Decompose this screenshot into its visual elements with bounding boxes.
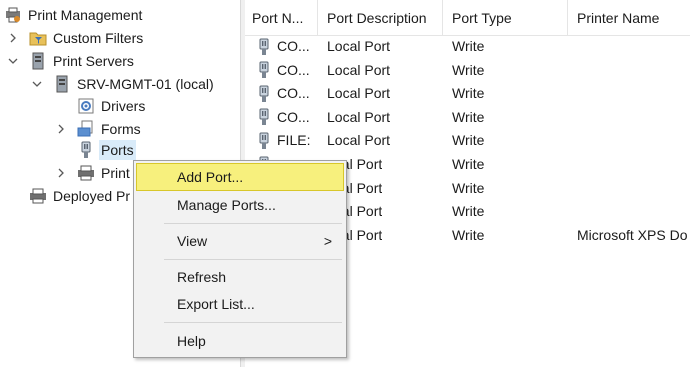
cell-port-type: Write bbox=[452, 61, 485, 78]
table-row[interactable]: CO... Local Port Write bbox=[245, 106, 690, 129]
filter-folder-icon bbox=[29, 32, 47, 46]
table-row[interactable]: CO... Local Port Write bbox=[245, 59, 690, 82]
tree-item-deployed-printers[interactable]: Deployed Pr bbox=[29, 185, 132, 207]
port-name-text: CO... bbox=[277, 85, 310, 102]
port-icon bbox=[259, 108, 269, 126]
context-menu: Add Port... Manage Ports... View > Refre… bbox=[133, 160, 347, 358]
table-row[interactable]: FILE: Local Port Write bbox=[245, 129, 690, 152]
tree-label-server: SRV-MGMT-01 (local) bbox=[77, 76, 214, 92]
tree-item-ports[interactable]: Ports bbox=[77, 139, 136, 161]
tree-label-drivers: Drivers bbox=[101, 98, 146, 114]
port-name-text: CO... bbox=[277, 38, 310, 54]
port-name-text: CO... bbox=[277, 61, 310, 78]
server-icon bbox=[32, 52, 44, 70]
port-icon bbox=[259, 85, 269, 102]
cell-printer-name: Microsoft XPS Do bbox=[577, 226, 688, 243]
cell-port-type: Write bbox=[452, 85, 485, 102]
collapse-print-servers-chevron-icon[interactable] bbox=[7, 55, 19, 67]
deployed-printer-icon bbox=[30, 188, 46, 204]
menu-item-manage-ports[interactable]: Manage Ports... bbox=[136, 191, 344, 219]
cell-port-description: Local Port bbox=[327, 108, 391, 125]
submenu-arrow-icon: > bbox=[323, 233, 332, 249]
cell-port-description: Local Port bbox=[327, 38, 391, 54]
cell-port-type: Write bbox=[452, 38, 485, 54]
cell-port-type: Write bbox=[452, 203, 485, 220]
menu-item-view[interactable]: View > bbox=[136, 227, 344, 255]
tree-label-forms: Forms bbox=[101, 121, 141, 137]
menu-separator bbox=[164, 259, 342, 260]
print-management-icon bbox=[6, 7, 20, 23]
cell-port-description: Local Port bbox=[327, 132, 391, 149]
tree-item-print-servers[interactable]: Print Servers bbox=[29, 50, 136, 72]
menu-separator bbox=[164, 223, 342, 224]
tree-label-ports: Ports bbox=[99, 140, 136, 160]
column-header-port-description[interactable]: Port Description bbox=[320, 0, 443, 36]
cell-port-name: CO... bbox=[257, 59, 310, 82]
column-header-port-type[interactable]: Port Type bbox=[445, 0, 568, 36]
expand-custom-filters-chevron-icon[interactable] bbox=[7, 32, 19, 44]
cell-port-name: CO... bbox=[257, 106, 310, 129]
table-row[interactable]: CO... Local Port Write bbox=[245, 35, 690, 58]
cell-port-name: CO... bbox=[257, 35, 310, 58]
cell-port-type: Write bbox=[452, 108, 485, 125]
expand-forms-chevron-icon[interactable] bbox=[55, 123, 67, 135]
port-icon bbox=[259, 132, 269, 149]
tree-item-server[interactable]: SRV-MGMT-01 (local) bbox=[53, 73, 216, 95]
list-header: Port N... Port Description Port Type Pri… bbox=[245, 0, 690, 36]
tree-item-custom-filters[interactable]: Custom Filters bbox=[29, 27, 145, 49]
tree-label-printers: Print bbox=[101, 165, 130, 181]
port-icon bbox=[259, 38, 269, 55]
column-header-printer-name[interactable]: Printer Name bbox=[570, 0, 690, 36]
server-icon bbox=[56, 75, 68, 93]
drivers-icon bbox=[78, 98, 94, 114]
cell-port-description: Local Port bbox=[327, 61, 391, 78]
column-header-port-name[interactable]: Port N... bbox=[245, 0, 318, 36]
tree-item-forms[interactable]: Forms bbox=[77, 118, 143, 140]
tree-label-deployed-printers: Deployed Pr bbox=[53, 188, 131, 204]
port-icon bbox=[259, 61, 269, 79]
cell-port-type: Write bbox=[452, 132, 485, 149]
expand-printers-chevron-icon[interactable] bbox=[55, 167, 67, 179]
cell-port-name: FILE: bbox=[257, 129, 310, 152]
menu-item-view-label: View bbox=[177, 233, 208, 249]
collapse-server-chevron-icon[interactable] bbox=[31, 78, 43, 90]
cell-port-type: Write bbox=[452, 156, 485, 172]
cell-port-description: Local Port bbox=[327, 85, 391, 102]
port-icon bbox=[81, 141, 91, 158]
tree-label-custom-filters: Custom Filters bbox=[53, 30, 144, 46]
menu-item-add-port[interactable]: Add Port... bbox=[136, 163, 344, 191]
forms-icon bbox=[77, 120, 93, 137]
menu-item-refresh[interactable]: Refresh bbox=[136, 263, 344, 291]
port-name-text: CO... bbox=[277, 108, 310, 125]
menu-item-help[interactable]: Help bbox=[136, 327, 344, 355]
tree-label-print-servers: Print Servers bbox=[53, 53, 134, 69]
menu-separator bbox=[164, 322, 342, 323]
tree-item-print-management[interactable]: Print Management bbox=[4, 4, 144, 26]
tree-item-printers[interactable]: Print bbox=[77, 162, 132, 184]
printer-icon bbox=[78, 165, 94, 181]
cell-port-type: Write bbox=[452, 226, 485, 243]
table-row[interactable]: CO... Local Port Write bbox=[245, 82, 690, 105]
cell-port-name: CO... bbox=[257, 82, 310, 105]
cell-port-type: Write bbox=[452, 179, 485, 196]
tree-label-print-management: Print Management bbox=[28, 7, 143, 23]
menu-item-export-list[interactable]: Export List... bbox=[136, 290, 344, 318]
port-name-text: FILE: bbox=[277, 132, 311, 149]
tree-item-drivers[interactable]: Drivers bbox=[77, 95, 147, 117]
